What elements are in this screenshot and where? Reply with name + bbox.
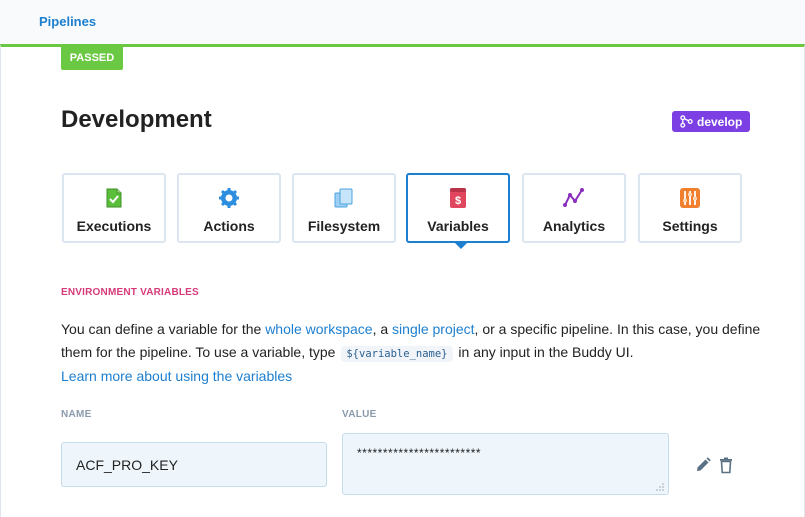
variable-name-field[interactable]: ACF_PRO_KEY [61,442,327,487]
learn-more-link[interactable]: Learn more about using the variables [61,368,292,384]
tab-analytics[interactable]: Analytics [522,173,626,243]
tab-variables[interactable]: $ Variables [406,173,510,243]
section-heading: ENVIRONMENT VARIABLES [61,287,199,298]
chart-icon [563,188,584,207]
name-column-header: NAME [61,409,92,420]
single-project-link[interactable]: single project [392,321,475,337]
top-bar: Pipelines [0,0,805,45]
tab-label: Variables [427,218,489,234]
tab-filesystem[interactable]: Filesystem [292,173,396,243]
breadcrumb-pipelines[interactable]: Pipelines [39,14,96,29]
branch-icon [680,115,693,128]
whole-workspace-link[interactable]: whole workspace [265,321,372,337]
page-title: Development [61,106,212,133]
svg-text:$: $ [455,195,461,207]
executions-icon [106,188,122,208]
tab-actions[interactable]: Actions [177,173,281,243]
branch-badge[interactable]: develop [672,111,751,132]
active-tab-indicator [455,243,467,249]
tab-executions[interactable]: Executions [62,173,166,243]
status-badge: PASSED [61,46,123,70]
desc-text: You can define a variable for the [61,321,266,337]
pencil-icon[interactable] [694,456,712,474]
variable-value-field[interactable]: ************************ [342,433,669,495]
tab-label: Analytics [542,218,606,234]
desc-text: , a [372,321,393,337]
variables-description: You can define a variable for the whole … [61,318,761,388]
sliders-icon [680,188,700,208]
tab-label: Filesystem [307,218,381,234]
dollar-icon: $ [450,188,466,208]
tab-label: Actions [203,218,255,234]
tab-settings[interactable]: Settings [638,173,742,243]
trash-icon[interactable] [717,456,735,474]
tab-label: Settings [662,218,718,234]
tab-label: Executions [76,218,152,234]
value-column-header: VALUE [342,409,377,420]
masked-value: ************************ [357,446,482,460]
resize-handle-icon[interactable] [656,483,664,491]
branch-label: develop [697,114,743,129]
gear-icon [219,188,239,208]
variable-syntax-code: ${variable_name} [341,345,453,362]
files-icon [334,188,353,208]
desc-text: in any input in the Buddy UI. [454,343,634,360]
